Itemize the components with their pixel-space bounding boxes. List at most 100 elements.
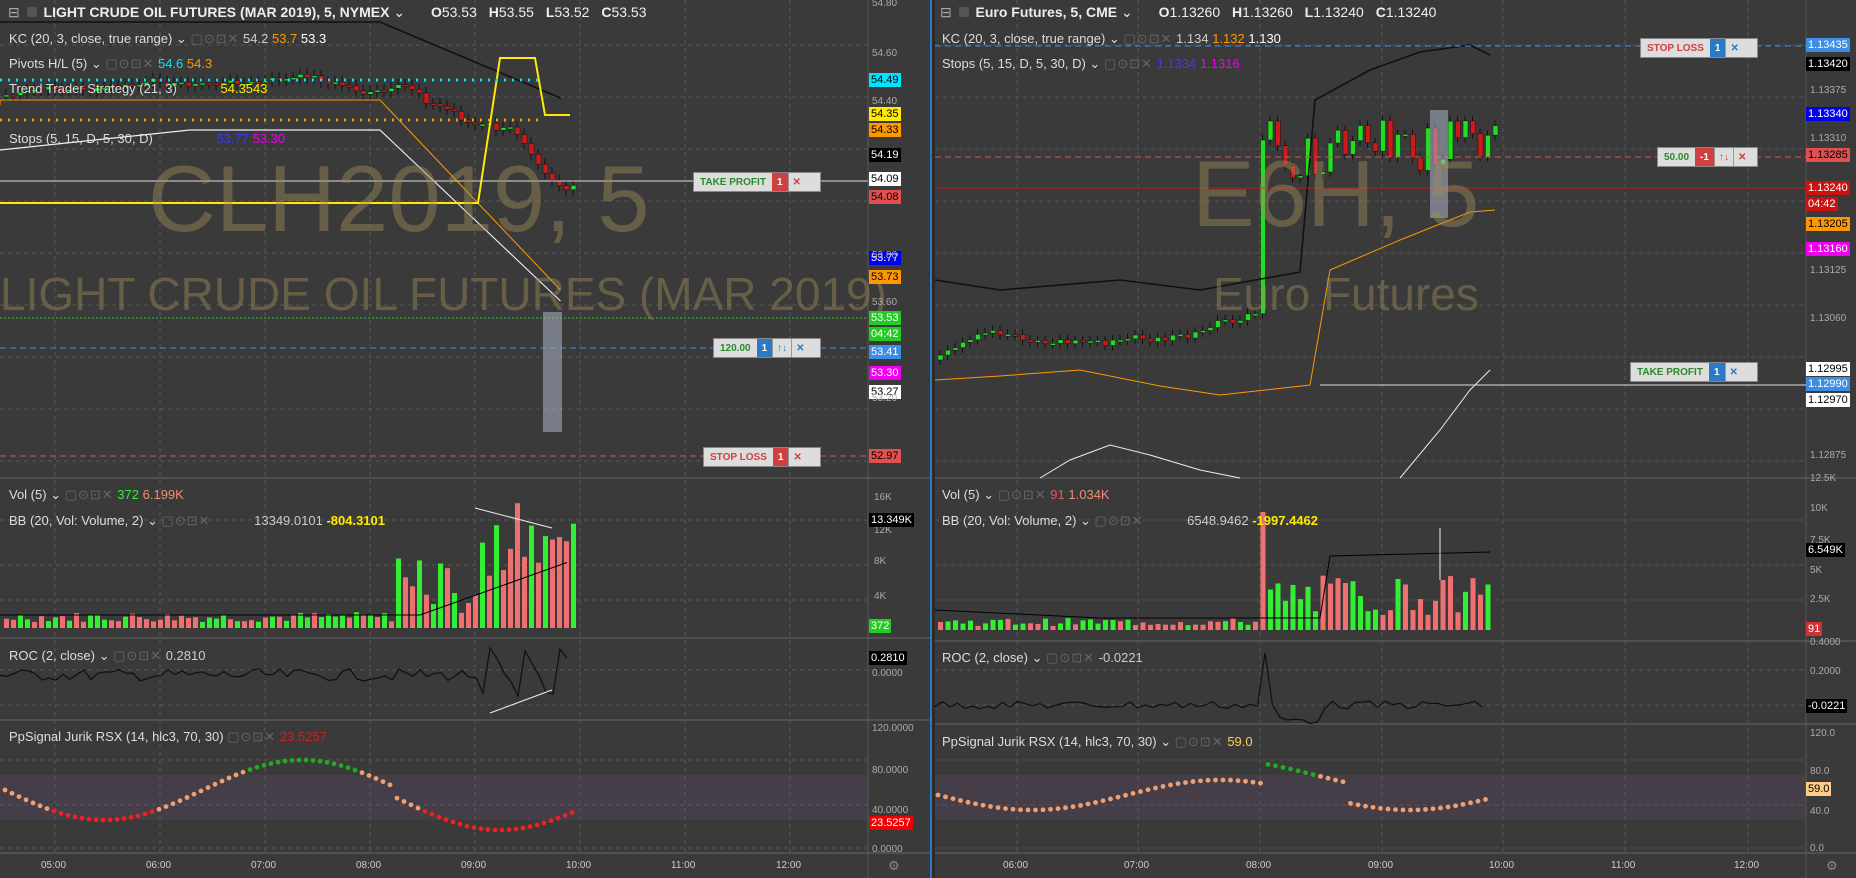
candle	[1050, 343, 1056, 346]
bb-legend[interactable]: BB (20, Vol: Volume, 2) ⌄ ▢⊙⊡✕ 6548.9462…	[942, 513, 1318, 529]
rsx-dot	[450, 819, 456, 825]
left-symbol-title[interactable]: LIGHT CRUDE OIL FUTURES (MAR 2019), 5, N…	[44, 4, 390, 20]
rsx-dot	[1370, 804, 1376, 810]
candle	[360, 90, 367, 95]
candle	[297, 74, 304, 78]
kc-value-2: 53.7	[271, 31, 298, 46]
candle	[1005, 334, 1011, 337]
trend-legend[interactable]: Trend Trader Strategy (21, 3) 54.3543	[9, 81, 268, 96]
chevron-down-icon[interactable]: ⌄	[1121, 4, 1133, 20]
indicator-buttons[interactable]: ▢⊙⊡✕	[105, 56, 154, 71]
bb-legend[interactable]: BB (20, Vol: Volume, 2) ⌄ ▢⊙⊡✕ 13349.010…	[9, 513, 385, 529]
roc-legend[interactable]: ROC (2, close) ⌄ ▢⊙⊡✕ -0.0221	[942, 650, 1143, 666]
volume-bar	[445, 568, 450, 628]
collapse-icon[interactable]: ⊟	[8, 4, 20, 20]
candle	[416, 89, 423, 94]
gear-icon[interactable]: ⚙	[888, 858, 900, 874]
volume-bar	[207, 617, 212, 628]
volume-bar	[305, 617, 310, 628]
rsx-dot	[1280, 764, 1286, 770]
volume-bar	[1058, 623, 1063, 630]
stop-loss-order[interactable]: STOP LOSS 1 ✕	[703, 447, 821, 467]
volume-bar	[25, 619, 30, 628]
candle	[937, 354, 944, 361]
axis-tick: 08:00	[356, 860, 382, 871]
kc-value-2: 1.132	[1212, 31, 1245, 46]
rsx-legend[interactable]: PpSignal Jurik RSX (14, hlc3, 70, 30) ⌄ …	[942, 734, 1253, 750]
roc-name: ROC (2, close)	[9, 648, 95, 663]
pivots-legend[interactable]: Pivots H/L (5) ⌄ ▢⊙⊡✕ 54.6 54.3	[9, 56, 212, 72]
rsx-dot	[338, 763, 344, 769]
close-icon[interactable]: ✕	[791, 339, 808, 357]
order-label: STOP LOSS	[710, 451, 767, 463]
indicator-buttons[interactable]: ▢⊙⊡✕	[113, 648, 162, 663]
volume-bar	[1448, 576, 1453, 630]
reverse-icon[interactable]: ↑↓	[772, 339, 791, 357]
volume-bar	[1185, 625, 1191, 630]
take-profit-order[interactable]: TAKE PROFIT 1 ✕	[693, 172, 821, 192]
price-label: 1.13160	[1806, 242, 1850, 256]
collapse-icon[interactable]: ⊟	[940, 4, 952, 20]
kc-legend[interactable]: KC (20, 3, close, true range) ⌄ ▢⊙⊡✕ 54.…	[9, 31, 326, 47]
volume-bar	[1013, 624, 1018, 630]
volume-bar	[375, 616, 380, 628]
gear-icon[interactable]: ⚙	[1826, 858, 1838, 874]
kc-legend[interactable]: KC (20, 3, close, true range) ⌄ ▢⊙⊡✕ 1.1…	[942, 31, 1281, 47]
rsx-dot	[58, 810, 64, 816]
axis-tick: 0.2000	[1810, 666, 1841, 677]
chart-layout: ⊟ LIGHT CRUDE OIL FUTURES (MAR 2019), 5,…	[0, 0, 1856, 878]
indicator-buttons[interactable]: ▢⊙⊡✕	[227, 729, 276, 744]
indicator-buttons[interactable]: ▢⊙⊡✕	[1046, 650, 1095, 665]
rsx-dot	[1445, 804, 1451, 810]
indicator-buttons[interactable]: ▢⊙⊡✕	[1104, 56, 1153, 71]
indicator-buttons[interactable]: ▢⊙⊡✕	[162, 513, 211, 528]
stops-legend[interactable]: Stops (5, 15, D, 5, 30, D) 53.77 53.30	[9, 131, 285, 146]
volume-bar	[11, 619, 16, 628]
rsx-dot	[1325, 775, 1331, 781]
position-order[interactable]: 120.00 1 ↑↓ ✕	[713, 338, 821, 358]
rsx-dot	[471, 825, 477, 830]
roc-legend[interactable]: ROC (2, close) ⌄ ▢⊙⊡✕ 0.2810	[9, 648, 205, 664]
trendline	[474, 507, 553, 529]
close-icon[interactable]: ✕	[1724, 363, 1742, 381]
stop-loss-order[interactable]: STOP LOSS 1 ✕	[1640, 38, 1758, 58]
close-icon[interactable]: ✕	[787, 173, 805, 191]
close-icon[interactable]: ✕	[1725, 39, 1742, 57]
kc-lower-line	[1039, 369, 1491, 479]
indicator-buttons[interactable]: ▢⊙⊡✕	[1123, 31, 1172, 46]
position-order[interactable]: 50.00 -1 ↑↓ ✕	[1657, 147, 1758, 167]
indicator-buttons[interactable]: ▢⊙⊡✕	[998, 487, 1047, 502]
vol-legend[interactable]: Vol (5) ⌄ ▢⊙⊡✕ 91 1.034K	[942, 487, 1110, 503]
roc-value: 0.2810	[165, 648, 206, 663]
volume-bar	[1253, 621, 1258, 630]
vol-legend[interactable]: Vol (5) ⌄ ▢⊙⊡✕ 372 6.199K	[9, 487, 184, 503]
rsx-dot	[289, 757, 295, 763]
axis-tick: 2.5K	[1810, 594, 1831, 605]
rsx-dot	[1220, 777, 1226, 783]
indicator-buttons[interactable]: ▢⊙⊡✕	[190, 31, 239, 46]
reverse-icon[interactable]: ↑↓	[1713, 148, 1733, 166]
candle	[952, 347, 959, 351]
take-profit-order[interactable]: TAKE PROFIT 1 ✕	[1630, 362, 1758, 382]
indicator-buttons[interactable]: ▢⊙⊡✕	[1175, 734, 1224, 749]
candle	[353, 85, 360, 91]
candle	[444, 105, 451, 110]
stops-legend[interactable]: Stops (5, 15, D, 5, 30, D) ⌄ ▢⊙⊡✕ 1.1334…	[942, 56, 1240, 72]
volume-bar	[333, 616, 338, 628]
axis-tick: 1.13310	[1810, 133, 1847, 144]
chevron-down-icon[interactable]: ⌄	[393, 4, 405, 20]
rsx-legend[interactable]: PpSignal Jurik RSX (14, hlc3, 70, 30) ▢⊙…	[9, 729, 327, 745]
close-icon[interactable]: ✕	[788, 448, 805, 466]
rsx-dot	[373, 776, 379, 781]
indicator-buttons[interactable]: ▢⊙⊡✕	[65, 487, 114, 502]
roc-label: 0.2810	[869, 651, 907, 665]
candle	[1462, 120, 1469, 138]
volume-bar	[1283, 600, 1288, 630]
close-icon[interactable]: ✕	[1732, 148, 1750, 166]
candle	[1147, 338, 1154, 342]
right-symbol-title[interactable]: Euro Futures, 5, CME	[976, 4, 1118, 20]
indicator-buttons[interactable]: ▢⊙⊡✕	[1095, 513, 1144, 528]
rsx-dot	[1438, 805, 1443, 811]
axis-tick: 54.60	[872, 48, 898, 59]
rsx-dot	[149, 809, 155, 815]
